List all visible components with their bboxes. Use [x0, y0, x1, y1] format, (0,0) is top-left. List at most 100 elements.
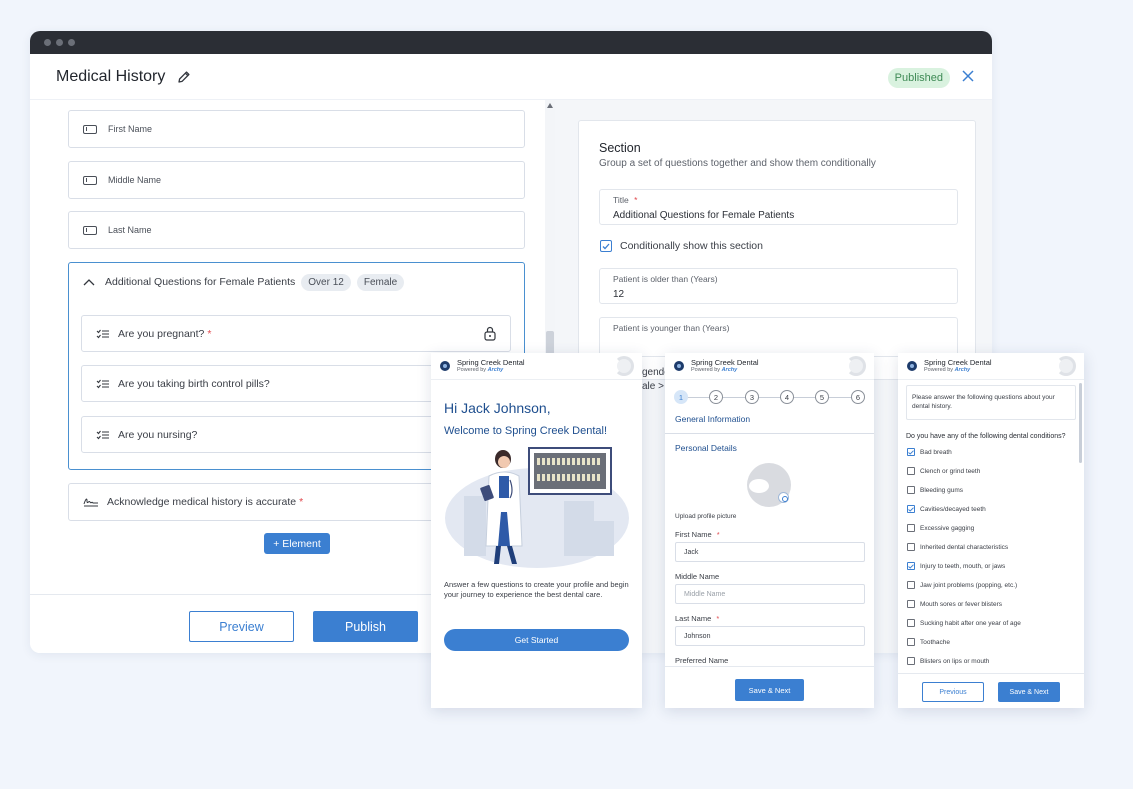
section-tag-age: Over 12 [301, 273, 351, 291]
required-mark: * [634, 195, 638, 205]
dental-option[interactable]: Excessive gagging [907, 524, 974, 532]
conditional-label: Conditionally show this section [620, 240, 763, 252]
option-label: Sucking habit after one year of age [920, 619, 1021, 627]
avatar[interactable] [1056, 356, 1076, 376]
title-field[interactable]: Title * Additional Questions for Female … [599, 189, 958, 225]
window-titlebar [30, 31, 992, 54]
powered-text: Powered by [691, 367, 721, 373]
option-checkbox[interactable] [907, 543, 915, 551]
window-dot-icon [68, 39, 75, 46]
section-header[interactable]: Additional Questions for Female Patients… [69, 263, 524, 301]
checklist-icon [96, 329, 109, 338]
dental-option[interactable]: Jaw joint problems (popping, etc.) [907, 581, 1017, 589]
close-icon[interactable] [960, 68, 976, 84]
phone-header: Spring Creek Dental Powered by Archy [431, 353, 642, 380]
form-field-last-name[interactable]: Last Name [68, 211, 525, 249]
step-5[interactable]: 5 [815, 390, 829, 404]
dental-option[interactable]: Mouth sores or fever blisters [907, 600, 1002, 608]
dental-option[interactable]: Sucking habit after one year of age [907, 619, 1021, 627]
checkmark-icon [908, 563, 914, 569]
title-label-text: Title [613, 195, 629, 205]
avatar[interactable] [614, 356, 634, 376]
option-label: Injury to teeth, mouth, or jaws [920, 562, 1006, 570]
preview-button[interactable]: Preview [189, 611, 294, 642]
form-field-first-name[interactable]: First Name [68, 110, 525, 148]
dental-option[interactable]: Bleeding gums [907, 486, 963, 494]
option-label: Bleeding gums [920, 486, 963, 494]
publish-button[interactable]: Publish [313, 611, 418, 642]
text-field-icon [83, 124, 97, 134]
scroll-up-icon[interactable] [547, 103, 553, 108]
step-2[interactable]: 2 [709, 390, 723, 404]
option-label: Blisters on lips or mouth [920, 657, 990, 665]
first-name-label-text: First Name [675, 530, 712, 539]
status-badge: Published [887, 68, 950, 88]
last-name-label-text: Last Name [675, 614, 712, 623]
question-pregnant[interactable]: Are you pregnant? * [81, 315, 511, 352]
clinic-logo-icon [440, 361, 450, 371]
option-checkbox[interactable] [907, 619, 915, 627]
older-than-field[interactable]: Patient is older than (Years) 12 [599, 268, 958, 304]
add-element-button[interactable]: + Element [264, 533, 330, 554]
middle-name-input[interactable]: Middle Name [675, 584, 865, 604]
pencil-icon[interactable] [177, 70, 191, 84]
welcome-description: Answer a few questions to create your pr… [444, 580, 629, 599]
section-title: Additional Questions for Female Patients [105, 276, 296, 288]
field-label: Last Name [108, 225, 152, 235]
option-checkbox[interactable] [907, 524, 915, 532]
personal-details-heading: Personal Details [675, 443, 737, 453]
option-checkbox[interactable] [907, 638, 915, 646]
dental-option[interactable]: Injury to teeth, mouth, or jaws [907, 562, 1005, 570]
gender-peek-select: ale > [642, 381, 664, 392]
first-name-input[interactable]: Jack [675, 542, 865, 562]
option-checkbox[interactable] [907, 486, 915, 494]
save-next-button[interactable]: Save & Next [998, 682, 1060, 702]
editor-header: Medical History Published [30, 54, 992, 100]
step-1[interactable]: 1 [674, 390, 688, 404]
option-checkbox[interactable] [907, 600, 915, 608]
conditional-checkbox[interactable] [600, 240, 612, 252]
powered-by: Powered by Archy [457, 367, 525, 373]
required-mark: * [207, 327, 212, 340]
camera-icon[interactable] [778, 492, 789, 503]
phone-header: Spring Creek Dental Powered by Archy [665, 353, 874, 380]
option-label: Clench or grind teeth [920, 467, 981, 475]
phone-preview-general-info: Spring Creek Dental Powered by Archy 1 2… [665, 353, 874, 708]
powered-brand: Archy [721, 367, 738, 373]
option-checkbox[interactable] [907, 505, 915, 513]
dental-option[interactable]: Clench or grind teeth [907, 467, 980, 475]
field-label: First Name [108, 124, 153, 134]
step-4[interactable]: 4 [780, 390, 794, 404]
option-checkbox[interactable] [907, 562, 915, 570]
previous-button[interactable]: Previous [922, 682, 984, 702]
step-3[interactable]: 3 [745, 390, 759, 404]
dental-option[interactable]: Toothache [907, 638, 950, 646]
younger-than-field[interactable]: Patient is younger than (Years) [599, 317, 958, 357]
get-started-button[interactable]: Get Started [444, 629, 629, 651]
option-checkbox[interactable] [907, 657, 915, 665]
last-name-input[interactable]: Johnson [675, 626, 865, 646]
dental-option[interactable]: Cavities/decayed teeth [907, 505, 986, 513]
option-checkbox[interactable] [907, 581, 915, 589]
chevron-up-icon[interactable] [83, 278, 95, 286]
form-field-middle-name[interactable]: Middle Name [68, 161, 525, 199]
conditional-checkbox-row[interactable]: Conditionally show this section [600, 240, 763, 252]
required-mark: * [716, 614, 720, 623]
preferred-name-label: Preferred Name [675, 656, 729, 665]
required-mark: * [716, 530, 720, 539]
phone-scrollbar[interactable] [1079, 383, 1082, 463]
avatar[interactable] [846, 356, 866, 376]
dental-intro: Please answer the following questions ab… [906, 385, 1076, 420]
clinic-logo-icon [674, 361, 684, 371]
dental-option[interactable]: Blisters on lips or mouth [907, 657, 989, 665]
checklist-icon [96, 379, 109, 388]
option-checkbox[interactable] [907, 467, 915, 475]
brand-block: Spring Creek Dental Powered by Archy [457, 359, 525, 374]
title-field-label: Title * [613, 195, 637, 205]
question-label: Are you nursing? [118, 428, 198, 441]
dental-option[interactable]: Inherited dental characteristics [907, 543, 1008, 551]
dental-option[interactable]: Bad breath [907, 448, 952, 456]
save-next-button[interactable]: Save & Next [735, 679, 804, 701]
step-6[interactable]: 6 [851, 390, 865, 404]
option-checkbox[interactable] [907, 448, 915, 456]
